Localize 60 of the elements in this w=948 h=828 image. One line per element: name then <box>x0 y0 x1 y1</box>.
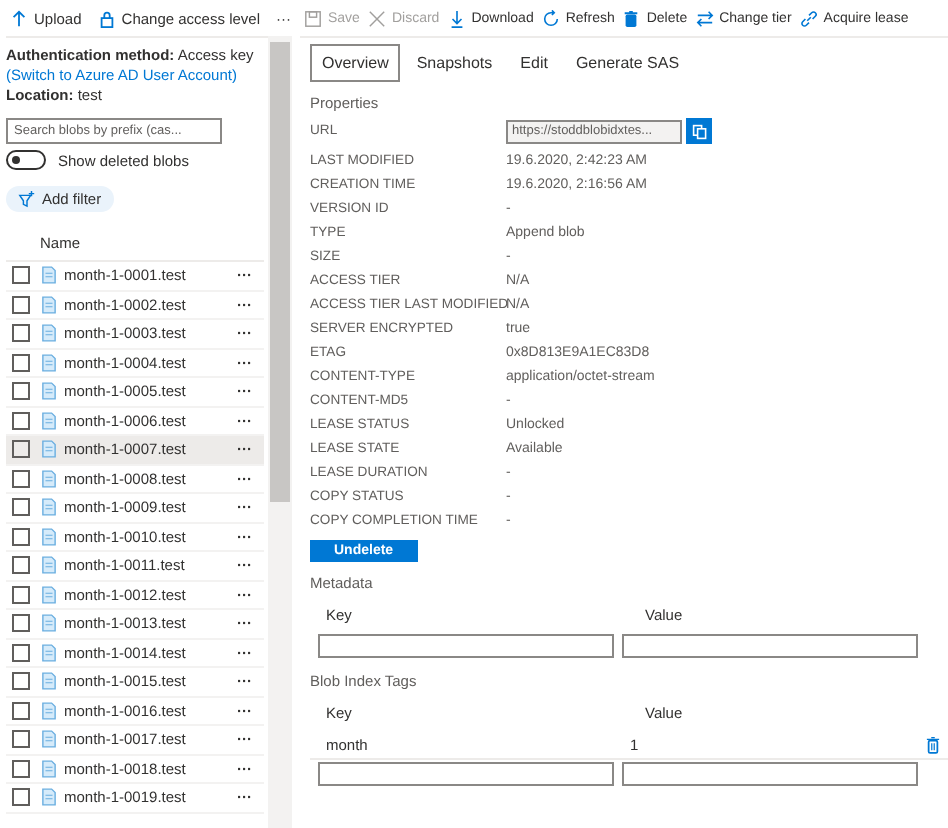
copy-button[interactable] <box>686 118 712 144</box>
key-input[interactable] <box>318 634 614 658</box>
file-icon <box>42 730 56 749</box>
file-icon <box>42 295 56 314</box>
file-icon <box>42 643 56 662</box>
checkbox[interactable] <box>12 672 30 691</box>
checkbox[interactable] <box>12 353 30 372</box>
tab[interactable]: Edit <box>508 44 560 82</box>
file-icon <box>42 759 56 778</box>
file-icon <box>42 701 56 720</box>
value-input[interactable] <box>622 762 918 786</box>
checkbox[interactable] <box>12 643 30 662</box>
file-icon <box>42 411 56 430</box>
file-icon <box>42 440 56 459</box>
file-icon <box>42 672 56 691</box>
tab[interactable]: Overview <box>310 44 401 82</box>
key-input[interactable] <box>318 762 614 786</box>
checkbox[interactable] <box>12 585 30 604</box>
delete-icon[interactable] <box>926 736 940 754</box>
checkbox[interactable] <box>12 266 30 285</box>
file-icon <box>42 353 56 372</box>
checkbox[interactable] <box>12 411 30 430</box>
swap-icon <box>695 9 714 27</box>
checkbox[interactable] <box>12 527 30 546</box>
checkbox[interactable] <box>12 788 30 807</box>
checkbox[interactable] <box>12 701 30 720</box>
file-icon <box>42 382 56 401</box>
lock-icon <box>97 9 116 27</box>
file-icon <box>42 324 56 343</box>
delete-icon <box>622 9 641 27</box>
tab[interactable]: Generate SAS <box>563 44 692 82</box>
checkbox[interactable] <box>12 469 30 488</box>
checkbox[interactable] <box>12 498 30 517</box>
scrollbar[interactable] <box>268 36 292 828</box>
checkbox[interactable] <box>12 556 30 575</box>
close-icon <box>367 9 386 27</box>
checkbox[interactable] <box>12 295 30 314</box>
file-icon <box>42 469 56 488</box>
file-icon <box>42 788 56 807</box>
checkbox[interactable] <box>12 614 30 633</box>
value-input[interactable] <box>622 634 918 658</box>
file-icon <box>42 498 56 517</box>
tab[interactable]: Snapshots <box>404 44 505 82</box>
file-icon <box>42 614 56 633</box>
file-icon <box>42 556 56 575</box>
file-icon <box>42 585 56 604</box>
filter-icon <box>18 190 36 208</box>
link-icon <box>799 9 818 27</box>
checkbox[interactable] <box>12 759 30 778</box>
checkbox[interactable] <box>12 382 30 401</box>
file-icon <box>42 527 56 546</box>
checkbox[interactable] <box>12 324 30 343</box>
download-icon <box>447 9 466 27</box>
save-icon <box>304 9 322 27</box>
file-icon <box>42 266 56 285</box>
toggle-switch[interactable] <box>6 150 46 170</box>
refresh-icon <box>541 9 560 27</box>
checkbox[interactable] <box>12 440 30 459</box>
upload-icon <box>10 9 28 27</box>
checkbox[interactable] <box>12 730 30 749</box>
